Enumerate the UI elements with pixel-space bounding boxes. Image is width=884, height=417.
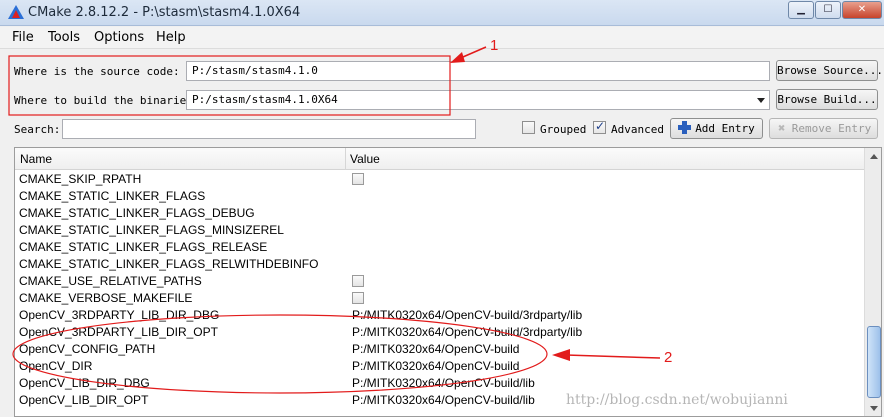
row-value-checkbox[interactable] xyxy=(352,292,364,304)
scroll-down-arrow-icon[interactable] xyxy=(870,406,878,411)
row-value[interactable]: P:/MITK0320x64/OpenCV-build xyxy=(352,359,519,373)
remove-entry-button[interactable]: ✖ Remove Entry xyxy=(769,118,878,139)
add-entry-button[interactable]: Add Entry xyxy=(670,118,763,139)
remove-icon: ✖ xyxy=(778,121,786,135)
chevron-down-icon[interactable] xyxy=(757,98,765,103)
row-name: CMAKE_STATIC_LINKER_FLAGS_RELWITHDEBINFO xyxy=(19,257,319,271)
row-name: OpenCV_LIB_DIR_DBG xyxy=(19,376,150,390)
watermark-text: http://blog.csdn.net/wobujianni xyxy=(566,392,788,408)
build-label: Where to build the binaries: xyxy=(14,94,200,107)
build-path-combo[interactable]: P:/stasm/stasm4.1.0X64 xyxy=(186,90,770,110)
table-row[interactable]: CMAKE_STATIC_LINKER_FLAGS xyxy=(15,188,864,205)
row-name: CMAKE_STATIC_LINKER_FLAGS_MINSIZEREL xyxy=(19,223,284,237)
browse-source-button[interactable]: Browse Source... xyxy=(776,60,883,81)
menu-options[interactable]: Options xyxy=(94,30,144,45)
row-value[interactable]: P:/MITK0320x64/OpenCV-build/lib xyxy=(352,376,535,390)
table-row[interactable]: CMAKE_SKIP_RPATH xyxy=(15,171,864,188)
table-row[interactable]: OpenCV_DIR P:/MITK0320x64/OpenCV-build xyxy=(15,358,864,375)
source-label: Where is the source code: xyxy=(14,65,180,78)
table-body: CMAKE_SKIP_RPATH CMAKE_STATIC_LINKER_FLAG… xyxy=(15,171,864,409)
menu-file[interactable]: File xyxy=(12,30,34,45)
table-row[interactable]: CMAKE_STATIC_LINKER_FLAGS_RELWITHDEBINFO xyxy=(15,256,864,273)
table-row[interactable]: CMAKE_STATIC_LINKER_FLAGS_DEBUG xyxy=(15,205,864,222)
column-header-name[interactable]: Name xyxy=(20,152,52,166)
row-value[interactable]: P:/MITK0320x64/OpenCV-build/lib xyxy=(352,393,535,407)
minimize-button[interactable]: ▁ xyxy=(788,1,814,19)
table-row[interactable]: CMAKE_VERBOSE_MAKEFILE xyxy=(15,290,864,307)
close-icon: ✕ xyxy=(857,4,867,15)
menu-help[interactable]: Help xyxy=(156,30,186,45)
table-row[interactable]: OpenCV_3RDPARTY_LIB_DIR_DBG P:/MITK0320x6… xyxy=(15,307,864,324)
table-row[interactable]: OpenCV_LIB_DIR_DBG P:/MITK0320x64/OpenCV-… xyxy=(15,375,864,392)
close-button[interactable]: ✕ xyxy=(842,1,882,19)
advanced-checkbox[interactable] xyxy=(593,119,606,134)
table-row[interactable]: OpenCV_CONFIG_PATH P:/MITK0320x64/OpenCV-… xyxy=(15,341,864,358)
add-icon xyxy=(678,121,692,134)
add-entry-label: Add Entry xyxy=(695,122,755,135)
scrollbar-thumb[interactable] xyxy=(867,326,881,398)
maximize-icon: ☐ xyxy=(823,4,833,15)
row-name: CMAKE_USE_RELATIVE_PATHS xyxy=(19,274,202,288)
browse-build-button[interactable]: Browse Build... xyxy=(776,89,878,110)
source-path-input[interactable]: P:/stasm/stasm4.1.0 xyxy=(186,61,770,81)
row-name: CMAKE_SKIP_RPATH xyxy=(19,172,142,186)
table-header: Name Value xyxy=(15,148,864,170)
grouped-checkbox[interactable] xyxy=(522,121,535,134)
row-name: OpenCV_3RDPARTY_LIB_DIR_DBG xyxy=(19,308,220,322)
annotation-marker-1: 1 xyxy=(490,37,499,54)
build-path-value: P:/stasm/stasm4.1.0X64 xyxy=(192,93,338,106)
window-title: CMake 2.8.12.2 - P:\stasm\stasm4.1.0X64 xyxy=(28,5,301,20)
menu-tools[interactable]: Tools xyxy=(48,30,80,45)
maximize-button[interactable]: ☐ xyxy=(815,1,841,19)
table-row[interactable]: CMAKE_STATIC_LINKER_FLAGS_MINSIZEREL xyxy=(15,222,864,239)
table-row[interactable]: CMAKE_STATIC_LINKER_FLAGS_RELEASE xyxy=(15,239,864,256)
row-name: CMAKE_STATIC_LINKER_FLAGS_RELEASE xyxy=(19,240,268,254)
column-divider[interactable] xyxy=(345,148,346,170)
grouped-label: Grouped xyxy=(540,123,587,136)
row-name: OpenCV_DIR xyxy=(19,359,93,373)
remove-entry-label: Remove Entry xyxy=(791,122,872,135)
row-name: CMAKE_STATIC_LINKER_FLAGS xyxy=(19,189,206,203)
row-value[interactable]: P:/MITK0320x64/OpenCV-build xyxy=(352,342,519,356)
row-name: OpenCV_CONFIG_PATH xyxy=(19,342,156,356)
row-value[interactable]: P:/MITK0320x64/OpenCV-build/3rdparty/lib xyxy=(352,308,582,322)
cmake-logo-icon xyxy=(8,5,24,19)
minimize-icon: ▁ xyxy=(797,4,805,15)
table-row[interactable]: OpenCV_3RDPARTY_LIB_DIR_OPT P:/MITK0320x6… xyxy=(15,324,864,341)
row-value[interactable]: P:/MITK0320x64/OpenCV-build/3rdparty/lib xyxy=(352,325,582,339)
row-name: OpenCV_3RDPARTY_LIB_DIR_OPT xyxy=(19,325,218,339)
row-name: CMAKE_VERBOSE_MAKEFILE xyxy=(19,291,193,305)
row-value-checkbox[interactable] xyxy=(352,173,364,185)
menu-bar: File Tools Options Help xyxy=(0,27,884,49)
row-name: CMAKE_STATIC_LINKER_FLAGS_DEBUG xyxy=(19,206,255,220)
table-row[interactable]: CMAKE_USE_RELATIVE_PATHS xyxy=(15,273,864,290)
search-input[interactable] xyxy=(62,119,476,139)
search-label: Search: xyxy=(14,123,61,136)
cache-table[interactable]: Name Value CMAKE_SKIP_RPATH CMAKE_STATIC_… xyxy=(14,147,882,417)
annotation-marker-2: 2 xyxy=(664,349,673,366)
row-name: OpenCV_LIB_DIR_OPT xyxy=(19,393,149,407)
advanced-label: Advanced xyxy=(611,123,664,136)
vertical-scrollbar[interactable] xyxy=(864,148,881,416)
row-value-checkbox[interactable] xyxy=(352,275,364,287)
scroll-up-arrow-icon[interactable] xyxy=(870,154,878,159)
title-bar: CMake 2.8.12.2 - P:\stasm\stasm4.1.0X64 … xyxy=(0,0,884,26)
column-header-value[interactable]: Value xyxy=(350,152,380,166)
